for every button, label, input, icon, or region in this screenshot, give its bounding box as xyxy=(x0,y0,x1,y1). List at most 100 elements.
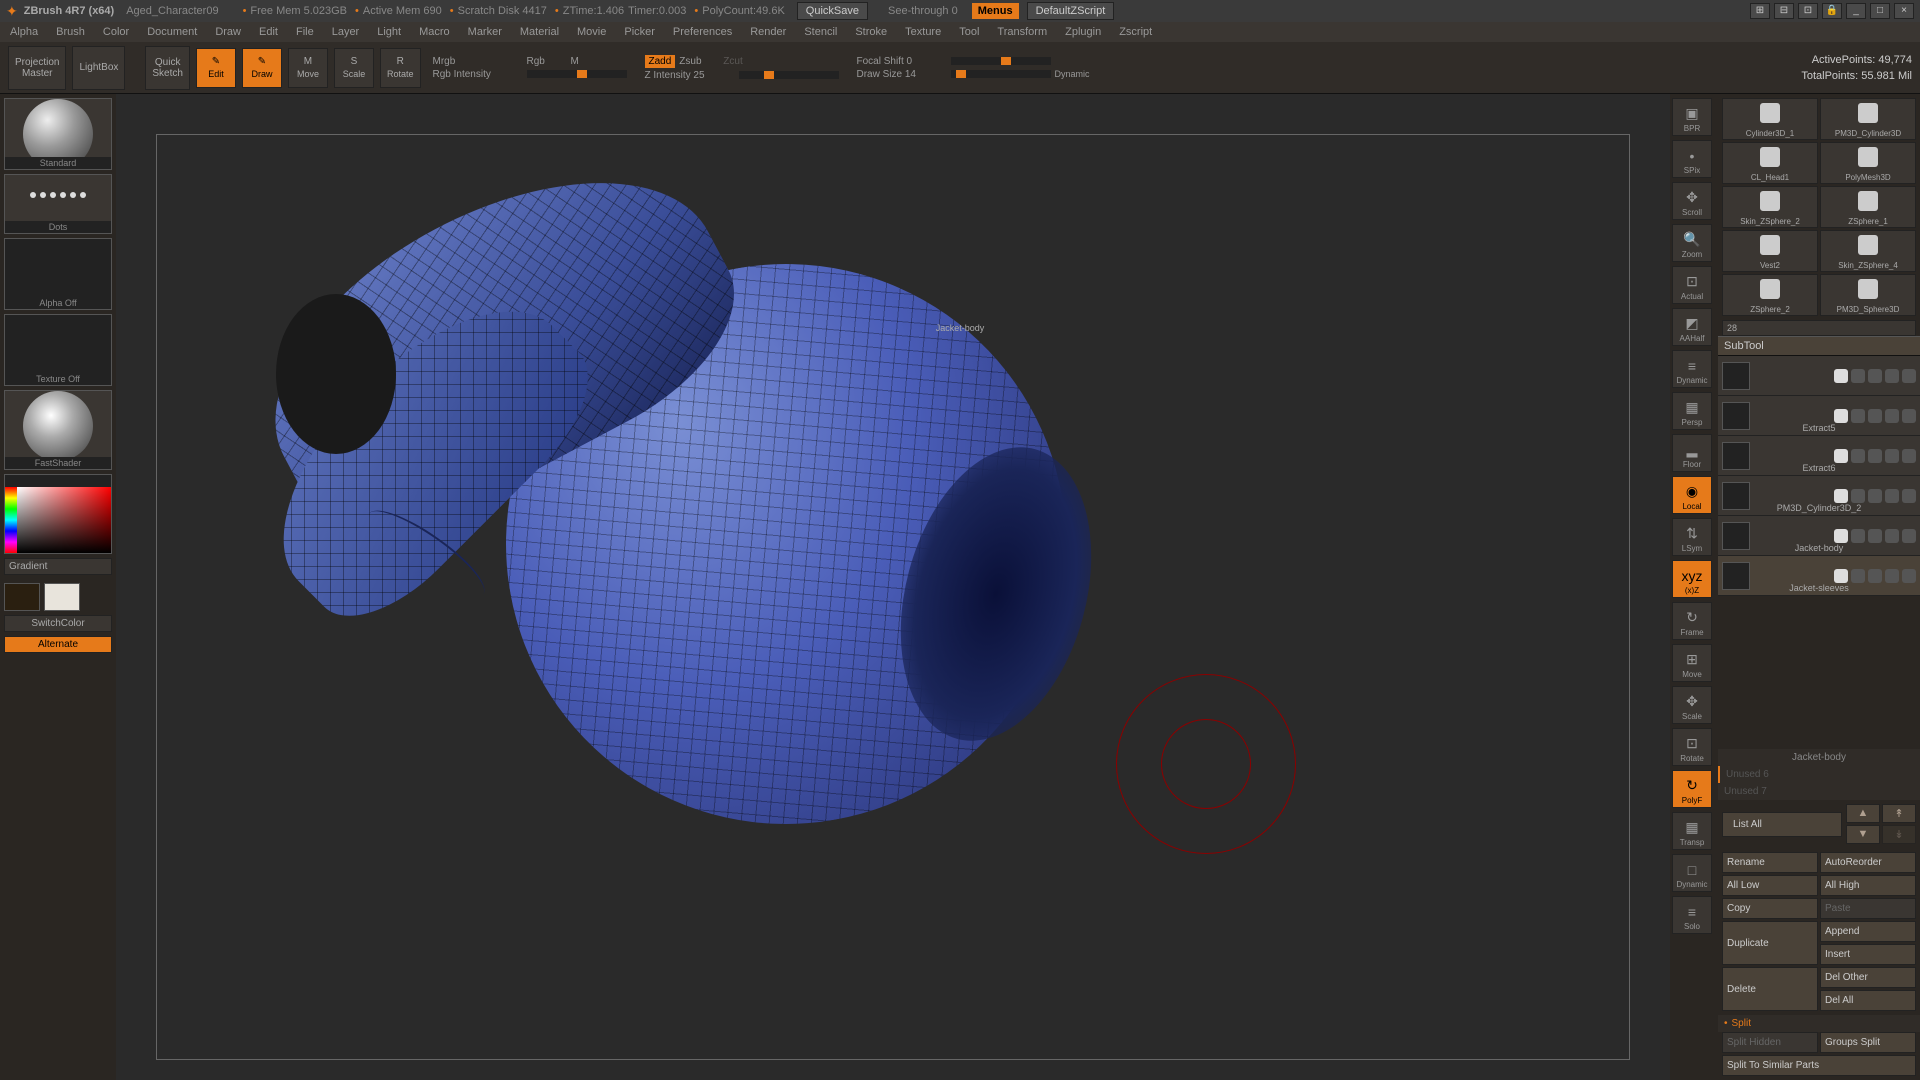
rotate-button[interactable]: RRotate xyxy=(380,48,421,88)
tool-cl_head1[interactable]: CL_Head1 xyxy=(1722,142,1818,184)
title-btn-4[interactable]: 🔒 xyxy=(1822,3,1842,19)
del-all-button[interactable]: Del All xyxy=(1820,990,1916,1011)
duplicate-button[interactable]: Duplicate xyxy=(1722,921,1818,965)
all-high-button[interactable]: All High xyxy=(1820,875,1916,896)
groups-split-button[interactable]: Groups Split xyxy=(1820,1032,1916,1053)
arrow-up-button[interactable]: ▲ xyxy=(1846,804,1880,823)
menu-picker[interactable]: Picker xyxy=(624,26,655,38)
menu-color[interactable]: Color xyxy=(103,26,129,38)
draw-size-slider[interactable] xyxy=(951,70,1051,78)
menu-brush[interactable]: Brush xyxy=(56,26,85,38)
menu-preferences[interactable]: Preferences xyxy=(673,26,732,38)
tool-cylinder3d_1[interactable]: Cylinder3D_1 xyxy=(1722,98,1818,140)
menu-texture[interactable]: Texture xyxy=(905,26,941,38)
texture-thumbnail[interactable]: Texture Off xyxy=(4,314,112,386)
active-tool-row[interactable]: 28 Jacket-body xyxy=(1722,320,1916,336)
subtool-jacketbody[interactable]: Jacket-body xyxy=(1718,516,1920,556)
rtool-polyf[interactable]: ↻PolyF xyxy=(1672,770,1712,808)
rtool-solo[interactable]: ≡Solo xyxy=(1672,896,1712,934)
rtool-rotate[interactable]: ⊡Rotate xyxy=(1672,728,1712,766)
m-label[interactable]: M xyxy=(571,56,591,67)
menu-render[interactable]: Render xyxy=(750,26,786,38)
menus-button[interactable]: Menus xyxy=(972,3,1019,19)
tool-vest2[interactable]: Vest2 xyxy=(1722,230,1818,272)
swatch-secondary[interactable] xyxy=(4,583,40,611)
rtool-lsym[interactable]: ⇅LSym xyxy=(1672,518,1712,556)
rgb-intensity-slider[interactable] xyxy=(527,70,627,78)
scale-button[interactable]: SScale xyxy=(334,48,374,88)
quick-sketch-button[interactable]: Quick Sketch xyxy=(145,46,190,90)
zcut-button[interactable]: Zcut xyxy=(723,56,763,67)
menu-draw[interactable]: Draw xyxy=(215,26,241,38)
tool-zsphere_2[interactable]: ZSphere_2 xyxy=(1722,274,1818,316)
move-down-button[interactable]: ↡ xyxy=(1882,825,1916,844)
subtool-item[interactable] xyxy=(1718,356,1920,396)
tool-pm3d_cylinder3d[interactable]: PM3D_Cylinder3D xyxy=(1820,98,1916,140)
subtool-jacketsleeves[interactable]: Jacket-sleeves xyxy=(1718,556,1920,596)
alternate-button[interactable]: Alternate xyxy=(4,636,112,653)
rtool-scroll[interactable]: ✥Scroll xyxy=(1672,182,1712,220)
maximize-button[interactable]: □ xyxy=(1870,3,1890,19)
menu-file[interactable]: File xyxy=(296,26,314,38)
tool-polymesh3d[interactable]: PolyMesh3D xyxy=(1820,142,1916,184)
move-button[interactable]: MMove xyxy=(288,48,328,88)
zadd-button[interactable]: Zadd xyxy=(645,55,676,68)
menu-stencil[interactable]: Stencil xyxy=(804,26,837,38)
split-similar-button[interactable]: Split To Similar Parts xyxy=(1722,1055,1916,1076)
tool-skin_zsphere_2[interactable]: Skin_ZSphere_2 xyxy=(1722,186,1818,228)
menu-macro[interactable]: Macro xyxy=(419,26,450,38)
subtool-header[interactable]: SubTool xyxy=(1718,336,1920,356)
menu-light[interactable]: Light xyxy=(377,26,401,38)
z-intensity-slider[interactable] xyxy=(739,71,839,79)
rtool-xz[interactable]: xyz(x)Z xyxy=(1672,560,1712,598)
rgb-label[interactable]: Rgb xyxy=(527,56,567,67)
menu-alpha[interactable]: Alpha xyxy=(10,26,38,38)
alpha-thumbnail[interactable]: Alpha Off xyxy=(4,238,112,310)
subtool-pm3dcylinder3d2[interactable]: PM3D_Cylinder3D_2 xyxy=(1718,476,1920,516)
rtool-dynamic[interactable]: ≡Dynamic xyxy=(1672,350,1712,388)
arrow-down-button[interactable]: ▼ xyxy=(1846,825,1880,844)
paste-button[interactable]: Paste xyxy=(1820,898,1916,919)
tool-pm3d_sphere3d[interactable]: PM3D_Sphere3D xyxy=(1820,274,1916,316)
gradient-button[interactable]: Gradient xyxy=(4,558,112,575)
mrgb-label[interactable]: Mrgb xyxy=(433,56,523,67)
del-other-button[interactable]: Del Other xyxy=(1820,967,1916,988)
rtool-persp[interactable]: ▦Persp xyxy=(1672,392,1712,430)
rtool-spix[interactable]: •SPix xyxy=(1672,140,1712,178)
insert-button[interactable]: Insert xyxy=(1820,944,1916,965)
rtool-floor[interactable]: ▂Floor xyxy=(1672,434,1712,472)
projection-master-button[interactable]: Projection Master xyxy=(8,46,66,90)
viewport[interactable] xyxy=(116,94,1670,1080)
rtool-transp[interactable]: ▦Transp xyxy=(1672,812,1712,850)
all-low-button[interactable]: All Low xyxy=(1722,875,1818,896)
rtool-move[interactable]: ⊞Move xyxy=(1672,644,1712,682)
list-all-button[interactable]: List All xyxy=(1722,812,1842,837)
menu-material[interactable]: Material xyxy=(520,26,559,38)
split-hidden-button[interactable]: Split Hidden xyxy=(1722,1032,1818,1053)
switch-color-button[interactable]: SwitchColor xyxy=(4,615,112,632)
rtool-bpr[interactable]: ▣BPR xyxy=(1672,98,1712,136)
split-section[interactable]: Split xyxy=(1718,1015,1920,1032)
menu-document[interactable]: Document xyxy=(147,26,197,38)
menu-stroke[interactable]: Stroke xyxy=(855,26,887,38)
quicksave-button[interactable]: QuickSave xyxy=(797,2,868,20)
rtool-zoom[interactable]: 🔍Zoom xyxy=(1672,224,1712,262)
see-through[interactable]: See-through 0 xyxy=(888,5,958,17)
close-button[interactable]: × xyxy=(1894,3,1914,19)
lightbox-button[interactable]: LightBox xyxy=(72,46,125,90)
zsub-button[interactable]: Zsub xyxy=(679,56,719,67)
menu-tool[interactable]: Tool xyxy=(959,26,979,38)
draw-button[interactable]: ✎Draw xyxy=(242,48,282,88)
brush-thumbnail[interactable]: Standard xyxy=(4,98,112,170)
swatch-primary[interactable] xyxy=(44,583,80,611)
default-zscript[interactable]: DefaultZScript xyxy=(1027,2,1115,20)
focal-shift-slider[interactable] xyxy=(951,57,1051,65)
rtool-aahalf[interactable]: ◩AAHalf xyxy=(1672,308,1712,346)
rtool-frame[interactable]: ↻Frame xyxy=(1672,602,1712,640)
menu-layer[interactable]: Layer xyxy=(332,26,360,38)
title-btn-3[interactable]: ⊡ xyxy=(1798,3,1818,19)
rtool-local[interactable]: ◉Local xyxy=(1672,476,1712,514)
color-picker[interactable] xyxy=(4,474,112,554)
subtool-extract6[interactable]: Extract6 xyxy=(1718,436,1920,476)
copy-button[interactable]: Copy xyxy=(1722,898,1818,919)
